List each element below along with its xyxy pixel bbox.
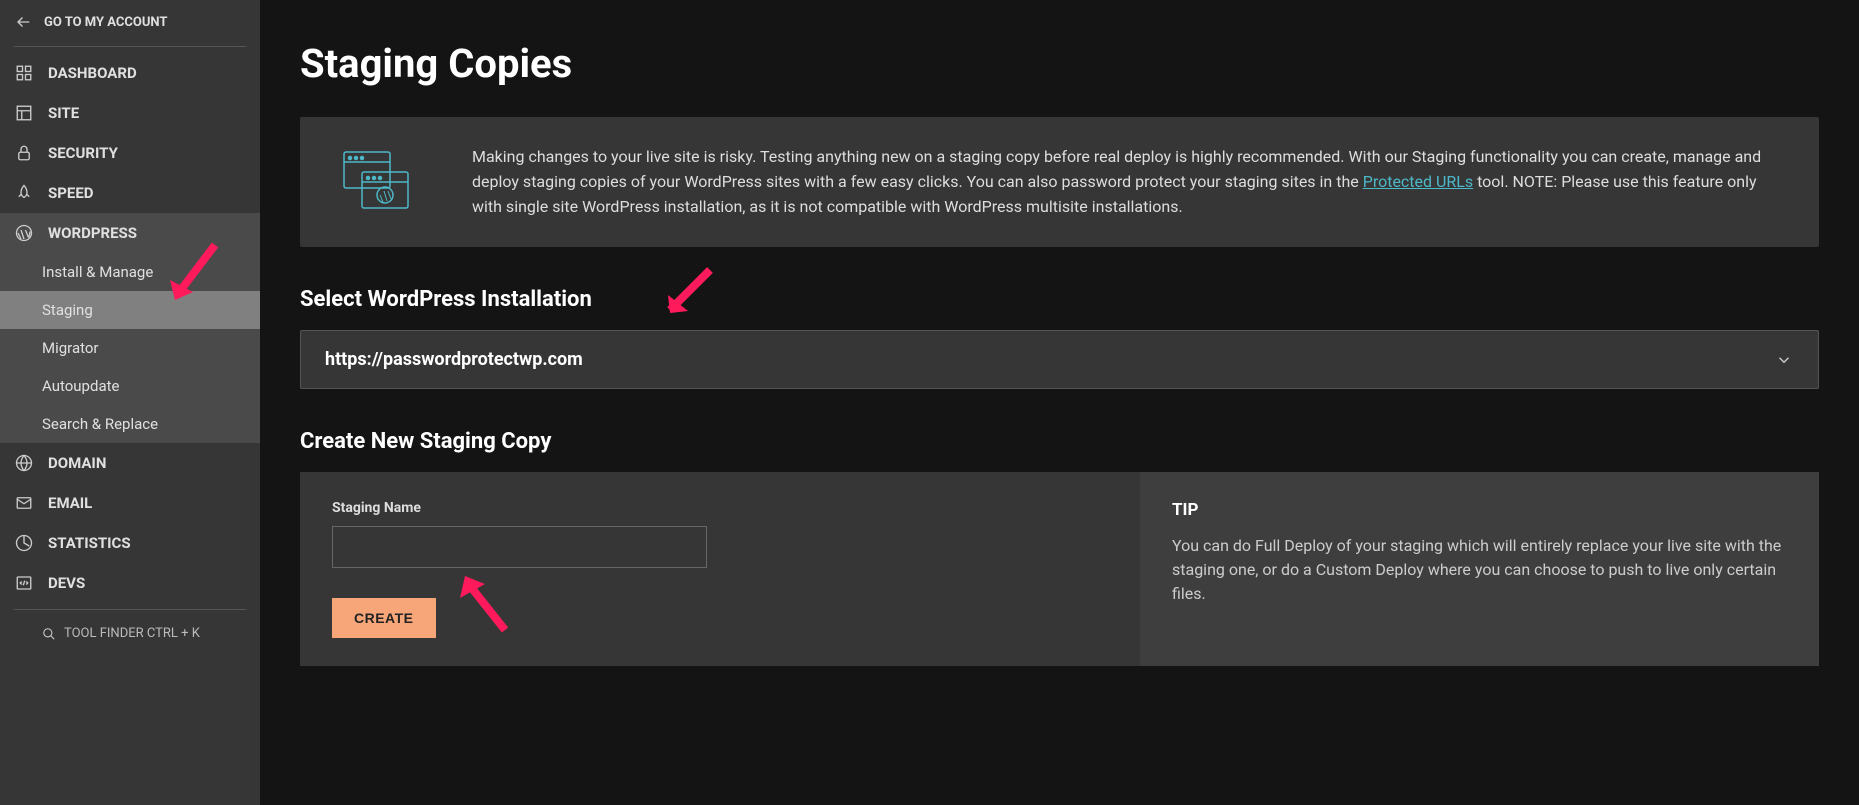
sidebar-subitem-autoupdate[interactable]: Autoupdate xyxy=(0,367,260,405)
select-installation-title: Select WordPress Installation xyxy=(300,287,1819,312)
sidebar-subitem-migrator[interactable]: Migrator xyxy=(0,329,260,367)
wordpress-icon xyxy=(14,223,34,243)
sidebar: GO TO MY ACCOUNT DASHBOARD SITE SECURITY… xyxy=(0,0,260,805)
tool-finder-label: TOOL FINDER CTRL + K xyxy=(64,626,200,641)
nav-label: DOMAIN xyxy=(48,454,106,472)
protected-urls-link[interactable]: Protected URLs xyxy=(1363,172,1473,191)
arrow-left-icon xyxy=(14,12,34,32)
chart-icon xyxy=(14,533,34,553)
grid-icon xyxy=(14,63,34,83)
nav-label: SITE xyxy=(48,104,79,122)
sidebar-subitem-install-manage[interactable]: Install & Manage xyxy=(0,253,260,291)
sidebar-item-speed[interactable]: SPEED xyxy=(0,173,260,213)
tool-finder-link[interactable]: TOOL FINDER CTRL + K xyxy=(0,616,260,651)
sidebar-item-site[interactable]: SITE xyxy=(0,93,260,133)
sidebar-item-dashboard[interactable]: DASHBOARD xyxy=(0,53,260,93)
layout-icon xyxy=(14,103,34,123)
chevron-down-icon xyxy=(1774,350,1794,370)
nav-label: SPEED xyxy=(48,184,94,202)
create-form: Staging Name CREATE xyxy=(300,472,1140,666)
nav-label: SECURITY xyxy=(48,144,118,162)
info-box: Making changes to your live site is risk… xyxy=(300,117,1819,247)
sidebar-subitem-search-replace[interactable]: Search & Replace xyxy=(0,405,260,443)
back-label: GO TO MY ACCOUNT xyxy=(44,15,167,30)
nav-label: WORDPRESS xyxy=(48,224,137,242)
sidebar-item-devs[interactable]: DEVS xyxy=(0,563,260,603)
selected-installation: https://passwordprotectwp.com xyxy=(325,349,583,370)
tip-title: TIP xyxy=(1172,500,1787,520)
staging-name-label: Staging Name xyxy=(332,500,1108,516)
lock-icon xyxy=(14,143,34,163)
mail-icon xyxy=(14,493,34,513)
globe-icon xyxy=(14,453,34,473)
create-copy-title: Create New Staging Copy xyxy=(300,429,1819,454)
sidebar-item-security[interactable]: SECURITY xyxy=(0,133,260,173)
sidebar-item-wordpress[interactable]: WORDPRESS xyxy=(0,213,260,253)
nav-label: STATISTICS xyxy=(48,534,131,552)
nav-label: EMAIL xyxy=(48,494,92,512)
sidebar-item-statistics[interactable]: STATISTICS xyxy=(0,523,260,563)
page-title: Staging Copies xyxy=(300,40,1819,87)
create-button[interactable]: CREATE xyxy=(332,598,436,638)
info-text: Making changes to your live site is risk… xyxy=(472,145,1779,219)
sidebar-item-domain[interactable]: DOMAIN xyxy=(0,443,260,483)
nav-label: DEVS xyxy=(48,574,85,592)
wordpress-submenu: Install & Manage Staging Migrator Autoup… xyxy=(0,253,260,443)
tip-text: You can do Full Deploy of your staging w… xyxy=(1172,534,1787,606)
code-icon xyxy=(14,573,34,593)
main-content: Staging Copies Making changes to your li… xyxy=(260,0,1859,805)
search-icon xyxy=(42,627,56,641)
divider xyxy=(14,609,246,610)
staging-illustration-icon xyxy=(340,148,412,216)
sidebar-subitem-staging[interactable]: Staging xyxy=(0,291,260,329)
installation-dropdown[interactable]: https://passwordprotectwp.com xyxy=(300,330,1819,389)
staging-name-input[interactable] xyxy=(332,526,707,568)
back-to-account-link[interactable]: GO TO MY ACCOUNT xyxy=(0,0,260,40)
tip-box: TIP You can do Full Deploy of your stagi… xyxy=(1140,472,1819,666)
sidebar-item-email[interactable]: EMAIL xyxy=(0,483,260,523)
nav-label: DASHBOARD xyxy=(48,64,137,82)
divider xyxy=(14,46,246,47)
create-section: Staging Name CREATE TIP You can do Full … xyxy=(300,472,1819,666)
rocket-icon xyxy=(14,183,34,203)
